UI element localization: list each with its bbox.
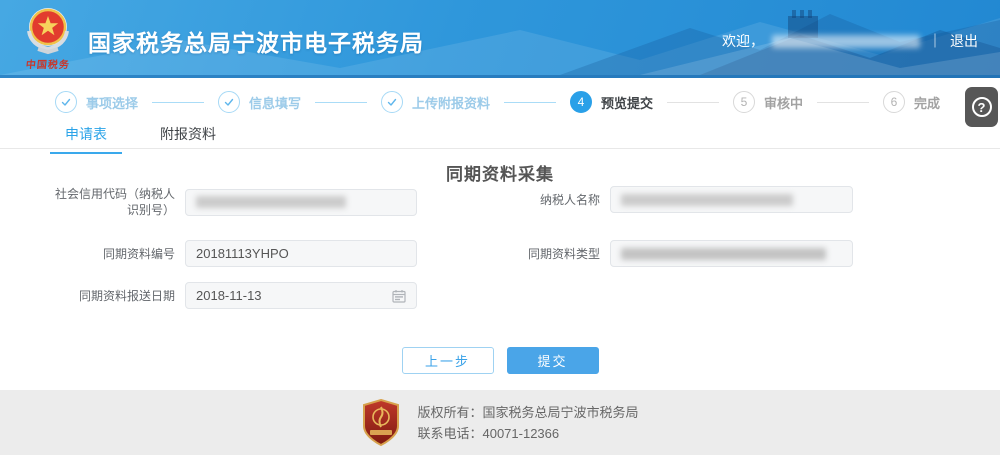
welcome-label: 欢迎， bbox=[722, 33, 764, 49]
national-tax-emblem-icon bbox=[27, 8, 69, 55]
header-user-area: 欢迎， ｜ 退出 bbox=[722, 31, 978, 51]
step-number: 5 bbox=[733, 91, 755, 113]
redacted-username bbox=[772, 34, 920, 48]
step-label: 上传附报资料 bbox=[412, 95, 491, 111]
header-divider: ｜ bbox=[928, 33, 942, 49]
copyright-line: 版权所有：国家税务总局宁波市税务局 bbox=[417, 404, 639, 420]
contact-phone-line: 联系电话：40071-12366 bbox=[417, 425, 560, 441]
field-label: 同期资料编号 bbox=[102, 246, 175, 261]
field-label: 社会信用代码（纳税人识别号） bbox=[55, 187, 176, 217]
tax-bureau-logo: 中国税务 bbox=[16, 5, 80, 71]
step-label: 事项选择 bbox=[86, 95, 139, 111]
document-number-input[interactable]: 20181113YHPO bbox=[185, 240, 417, 267]
step-item-1: 事项选择 bbox=[55, 91, 138, 113]
tab-application-form[interactable]: 申请表 bbox=[50, 124, 122, 154]
step-connector bbox=[817, 101, 869, 103]
step-label: 完成 bbox=[914, 95, 941, 111]
check-icon bbox=[55, 91, 77, 113]
step-item-6: 6 完成 bbox=[883, 91, 940, 113]
help-button[interactable]: ? bbox=[965, 87, 998, 127]
logo-caption: 中国税务 bbox=[25, 60, 71, 71]
document-type-input[interactable] bbox=[610, 240, 853, 267]
tab-attached-materials[interactable]: 附报资料 bbox=[152, 124, 224, 154]
logout-link[interactable]: 退出 bbox=[950, 31, 978, 51]
redacted-value bbox=[621, 193, 793, 206]
step-progress-bar: 事项选择 信息填写 上传附报资料 4 预览提交 5 审核中 6 完成 bbox=[55, 90, 940, 114]
party-tax-shield-badge-icon bbox=[363, 398, 400, 446]
step-label: 预览提交 bbox=[601, 95, 654, 111]
field-document-type: 同期资料类型 bbox=[480, 240, 853, 267]
step-connector bbox=[152, 101, 204, 103]
page: 中国税务 国家税务总局宁波市电子税务局 欢迎， ｜ 退出 事项选择 信息填写 上… bbox=[0, 0, 1000, 455]
header: 中国税务 国家税务总局宁波市电子税务局 欢迎， ｜ 退出 bbox=[0, 0, 1000, 75]
step-item-3: 上传附报资料 bbox=[381, 91, 490, 113]
field-document-number: 同期资料编号 20181113YHPO bbox=[55, 240, 417, 267]
footer-content: 版权所有：国家税务总局宁波市税务局 联系电话：40071-12366 bbox=[0, 390, 1000, 455]
submit-date-value: 2018-11-13 bbox=[196, 288, 262, 303]
field-submit-date: 同期资料报送日期 2018-11-13 bbox=[55, 282, 417, 309]
document-number-value: 20181113YHPO bbox=[196, 246, 289, 261]
check-icon bbox=[218, 91, 240, 113]
field-label: 同期资料类型 bbox=[527, 246, 600, 261]
step-number: 4 bbox=[570, 91, 592, 113]
header-bottom-strip bbox=[0, 75, 1000, 78]
step-label: 审核中 bbox=[764, 95, 804, 111]
field-taxpayer-name: 纳税人名称 bbox=[480, 186, 853, 213]
redacted-value bbox=[621, 247, 826, 260]
taxpayer-name-input[interactable] bbox=[610, 186, 853, 213]
step-number: 6 bbox=[883, 91, 905, 113]
footer: 版权所有：国家税务总局宁波市税务局 联系电话：40071-12366 bbox=[0, 390, 1000, 455]
step-connector bbox=[504, 101, 556, 103]
action-bar: 上一步 提交 bbox=[0, 347, 1000, 374]
submit-date-input[interactable]: 2018-11-13 bbox=[185, 282, 417, 309]
calendar-icon[interactable] bbox=[392, 289, 406, 303]
submit-button[interactable]: 提交 bbox=[506, 347, 599, 374]
step-item-2: 信息填写 bbox=[218, 91, 301, 113]
field-label: 同期资料报送日期 bbox=[78, 288, 175, 303]
credit-code-input[interactable] bbox=[185, 188, 417, 216]
redacted-value bbox=[196, 196, 346, 208]
previous-step-button[interactable]: 上一步 bbox=[401, 347, 494, 374]
step-label: 信息填写 bbox=[249, 95, 302, 111]
site-title: 国家税务总局宁波市电子税务局 bbox=[88, 30, 424, 56]
question-mark-icon: ? bbox=[971, 97, 992, 117]
step-connector bbox=[667, 101, 719, 103]
step-connector bbox=[315, 101, 367, 103]
step-item-5: 5 审核中 bbox=[733, 91, 803, 113]
check-icon bbox=[381, 91, 403, 113]
footer-text-block: 版权所有：国家税务总局宁波市税务局 联系电话：40071-12366 bbox=[417, 402, 638, 444]
tab-bar: 申请表 附报资料 bbox=[50, 124, 224, 154]
page-title: 同期资料采集 bbox=[446, 165, 554, 184]
field-credit-code: 社会信用代码（纳税人识别号） bbox=[55, 186, 417, 218]
field-label: 纳税人名称 bbox=[539, 192, 600, 207]
step-item-4-current: 4 预览提交 bbox=[570, 91, 653, 113]
